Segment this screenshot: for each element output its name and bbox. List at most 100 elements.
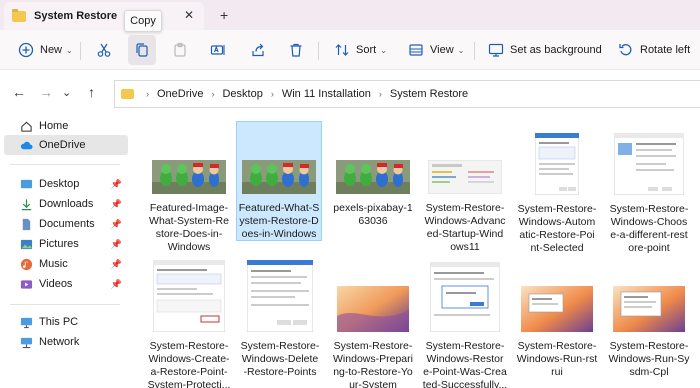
sort-label: Sort — [356, 44, 377, 56]
back-arrow-icon[interactable]: ← — [12, 84, 26, 100]
forward-arrow-icon[interactable]: → — [39, 84, 53, 100]
plus-circle-icon — [18, 42, 34, 58]
sidebar-item-onedrive[interactable]: OneDrive — [4, 135, 128, 155]
thumbnail-wallpaper — [337, 286, 409, 332]
file-item[interactable]: pexels-pixabay-1 63036 — [329, 160, 417, 228]
sidebar-item-documents[interactable]: Documents 📌 — [4, 214, 128, 234]
delete-button[interactable] — [282, 35, 310, 65]
set-as-background-button[interactable]: Set as background — [482, 35, 608, 65]
copy-button[interactable] — [128, 35, 156, 65]
thumbnail-wallpaper — [613, 286, 685, 332]
pin-icon[interactable]: 📌 — [111, 199, 122, 210]
new-tab-button[interactable]: + — [220, 7, 228, 23]
new-button[interactable]: New ⌄ — [12, 35, 79, 65]
recent-chevron-down-icon[interactable]: ⌄ — [62, 86, 71, 99]
file-item[interactable]: System-Restore- Windows-Delete -Restore-Po… — [236, 259, 324, 379]
rotate-left-label: Rotate left — [640, 44, 691, 56]
rotate-left-button[interactable]: Rotate left — [612, 35, 696, 65]
breadcrumb-win11-installation[interactable]: Win 11 Installation — [282, 88, 371, 100]
cut-button[interactable] — [90, 35, 118, 65]
breadcrumb-system-restore[interactable]: System Restore — [390, 88, 468, 100]
chevron-right-icon: › — [270, 89, 274, 99]
command-bar: New ⌄ Sort ⌄ View ⌄ Set as background Ro… — [0, 30, 700, 70]
file-name: Featured-What-S ystem-Restore-D oes-in-Win… — [238, 202, 320, 240]
pin-icon[interactable]: 📌 — [111, 279, 122, 290]
folder-icon — [12, 8, 26, 22]
chevron-down-icon: ⌄ — [457, 45, 465, 55]
set-as-background-label: Set as background — [510, 44, 602, 56]
sidebar-item-network[interactable]: Network — [4, 332, 128, 352]
tab-system-restore[interactable]: System Restore ✕ — [4, 2, 204, 30]
view-icon — [409, 44, 423, 56]
file-item[interactable]: System-Restore- Windows-Choos e-a-differen… — [605, 132, 693, 255]
pin-icon[interactable]: 📌 — [111, 259, 122, 270]
rename-icon — [210, 45, 225, 55]
file-name: System-Restore- Windows-Run-rst rui — [516, 340, 598, 378]
file-item[interactable]: System-Restore- Windows-Prepari ng-to-Rest… — [329, 286, 417, 388]
copy-tooltip: Copy — [124, 10, 162, 32]
file-item[interactable]: System-Restore- Windows-Run-Sy sdm-Cpl — [605, 286, 693, 379]
sidebar-item-music[interactable]: Music 📌 — [4, 254, 128, 274]
scissors-icon — [97, 43, 111, 57]
file-item[interactable]: System-Restore- Windows-Create-a-Restore-… — [145, 259, 233, 388]
divider — [10, 164, 120, 165]
sidebar-item-desktop[interactable]: Desktop 📌 — [4, 174, 128, 194]
chevron-down-icon: ⌄ — [380, 45, 387, 55]
thumbnail-wallpaper — [521, 286, 593, 332]
sidebar-item-downloads[interactable]: Downloads 📌 — [4, 194, 128, 214]
pin-icon[interactable]: 📌 — [111, 179, 122, 190]
pin-icon[interactable]: 📌 — [111, 239, 122, 250]
sidebar-item-label: Pictures — [39, 238, 79, 250]
sidebar-item-label: Downloads — [39, 198, 94, 210]
file-item-selected[interactable]: Featured-What-S ystem-Restore-D oes-in-Win… — [236, 121, 322, 241]
file-item[interactable]: Featured-Image- What-System-Re store-Does-… — [145, 160, 233, 254]
sidebar-item-pictures[interactable]: Pictures 📌 — [4, 234, 128, 254]
share-button[interactable] — [244, 35, 272, 65]
breadcrumb-onedrive[interactable]: OneDrive — [157, 88, 203, 100]
sidebar-item-home[interactable]: Home — [4, 116, 128, 136]
address-bar[interactable]: › OneDrive › Desktop › Win 11 Installati… — [114, 80, 700, 108]
computer-icon — [20, 317, 33, 328]
paste-button[interactable] — [166, 35, 194, 65]
view-button[interactable]: View ⌄ — [402, 35, 470, 65]
sidebar-item-this-pc[interactable]: This PC — [4, 312, 128, 332]
thumbnail-dialog — [152, 259, 226, 333]
file-item[interactable]: System-Restore- Windows-Autom atic-Restore… — [513, 132, 601, 255]
pictures-icon — [20, 239, 33, 249]
rename-button[interactable] — [204, 35, 232, 65]
sidebar-item-label: Home — [39, 120, 69, 132]
divider — [80, 42, 81, 60]
sidebar-item-label: Desktop — [39, 178, 80, 190]
file-item[interactable]: System-Restore- Windows-Restor e-Point-Was… — [421, 261, 509, 388]
sort-button[interactable]: Sort ⌄ — [328, 35, 393, 65]
up-arrow-icon[interactable]: ↑ — [88, 84, 95, 100]
breadcrumb-desktop[interactable]: Desktop — [222, 88, 262, 100]
file-item[interactable]: System-Restore- Windows-Run-rst rui — [513, 286, 601, 379]
chevron-right-icon: › — [146, 89, 149, 99]
divider — [474, 42, 475, 60]
thumbnail-screenshot — [427, 159, 503, 195]
desktop-icon — [20, 179, 33, 188]
navigation-pane: Home OneDrive Desktop 📌 Downloads 📌 Docu… — [0, 110, 130, 388]
new-label: New — [40, 44, 63, 56]
file-name: System-Restore- Windows-Restor e-Point-Was… — [422, 340, 508, 388]
thumbnail-toys — [242, 160, 316, 194]
file-item[interactable]: System-Restore- Windows-Advanc ed-Startup-… — [421, 159, 509, 254]
close-tab-icon[interactable]: ✕ — [184, 8, 194, 22]
folder-icon — [121, 89, 134, 99]
file-name: System-Restore- Windows-Autom atic-Restore… — [517, 203, 597, 254]
trash-icon — [290, 43, 302, 57]
title-bar: System Restore ✕ + — [0, 0, 700, 30]
sort-icon — [335, 44, 349, 56]
share-icon — [252, 43, 264, 57]
pin-icon[interactable]: 📌 — [111, 219, 122, 230]
download-icon — [21, 198, 32, 210]
music-icon — [20, 258, 33, 270]
file-name: System-Restore- Windows-Run-Sy sdm-Cpl — [608, 340, 690, 378]
file-name: pexels-pixabay-1 63036 — [333, 202, 413, 227]
sidebar-item-label: Videos — [39, 278, 73, 290]
thumbnail-toys — [152, 160, 226, 194]
sidebar-item-videos[interactable]: Videos 📌 — [4, 274, 128, 294]
divider — [10, 304, 120, 305]
file-name: System-Restore- Windows-Create-a-Restore-… — [147, 340, 231, 388]
